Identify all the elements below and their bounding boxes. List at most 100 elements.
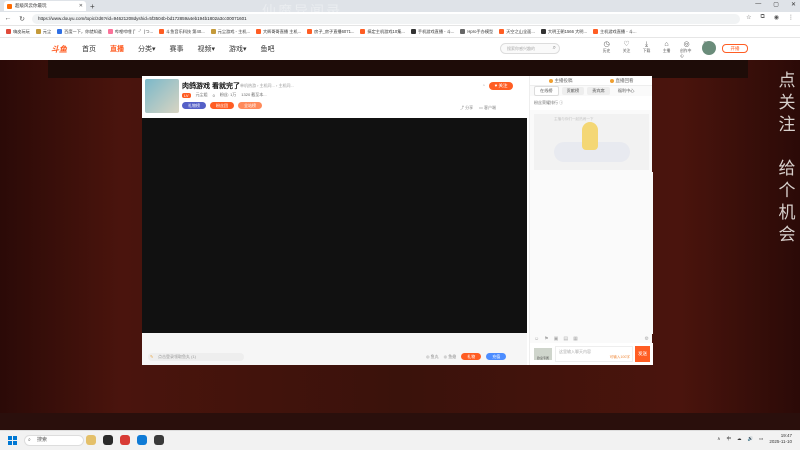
send-button[interactable]: 发送 [635,346,650,362]
room-badge[interactable]: 粉丝团 [210,102,234,109]
chat-input[interactable]: 这里输入聊天内容 可输入100字 [555,346,633,362]
chat-messages[interactable] [530,172,653,334]
recharge-button[interactable]: 充值 [486,353,507,360]
room-badge[interactable]: 礼物榜 [182,102,206,109]
bookmark-item[interactable]: 百度一下，你就知道 [57,29,102,35]
tray-icon[interactable]: ☁ [737,436,742,442]
nav-item[interactable]: 赛事 [170,44,184,54]
badge-icon[interactable]: ▣ [554,336,559,342]
tab-streamer-posts[interactable]: 主播投稿 [548,78,573,84]
streamer-name[interactable]: 元尘姐 [196,92,208,98]
tab-title: 超级风云你最玩 [15,3,47,8]
close-window-icon[interactable]: ✕ [791,1,796,8]
new-tab-icon[interactable]: + [90,2,95,11]
extensions-icon[interactable]: ⧉ [760,14,764,21]
side-char: 关 [778,93,796,113]
taskbar-app-icon[interactable] [120,435,130,445]
tray-icon[interactable]: 中 [726,436,731,442]
bookmark-item[interactable]: 元尘 [35,29,51,35]
bookmark-item[interactable]: 嗨皮玩玩 [6,29,30,35]
profile-icon[interactable]: ◉ [774,14,779,21]
site-search-input[interactable]: 搜索你感兴趣的 ⌕ [500,43,560,54]
star-icon[interactable]: ☆ [746,14,751,21]
bookmark-item[interactable]: 斗鱼音乐科技 第40... [159,29,205,35]
nav-item[interactable]: 分类▾ [138,44,156,54]
tab-contribution-rank[interactable]: 贡献榜 [561,87,585,95]
room-category[interactable]: 单机热游 › 主机同... › 主机同... [240,83,294,89]
streamer-avatar[interactable] [145,79,179,113]
tray-icon[interactable]: ▭ [759,436,763,442]
taskbar-app-icon[interactable] [86,435,96,445]
nav-item[interactable]: 鱼吧 [261,44,275,54]
bookmark-item[interactable]: 大明王朝1566 大明... [540,29,587,35]
url-field[interactable]: https://www.douyu.com/topic/zd6?rid=9462… [32,13,740,24]
search-icon[interactable]: ⌕ [553,44,556,53]
header-icon-button[interactable]: ◎ 创作中心 [680,41,693,59]
emoji-icon[interactable]: ☺ [534,336,539,342]
maximize-icon[interactable]: ▢ [773,1,779,8]
bookmark-item[interactable]: 元尘游戏 - 主机... [210,29,250,35]
tray-icon[interactable]: ∧ [717,436,720,442]
settings-icon[interactable]: ⚙ [645,336,649,342]
header-icon-button[interactable]: ♡ 关注 [620,41,633,59]
start-stream-button[interactable]: 开播 [722,44,748,53]
header-icon-button[interactable]: ⤓ 下载 [640,41,653,59]
bookmark-item[interactable]: 大辉哥哥直播 主机... [255,29,301,35]
video-player[interactable] [142,118,527,333]
bookmark-item[interactable]: 搞定主机游戏10集... [360,29,405,35]
clock[interactable]: 19:47 2025-11-10 [769,433,792,445]
bookmark-item[interactable]: 哔哩哔哩 (゜-゜)つ... [107,29,153,35]
bookmark-favicon-icon [460,29,466,34]
gift-button[interactable]: 礼物 [461,353,482,360]
gift-icon[interactable]: ⚑ [544,336,548,342]
taskbar-search[interactable]: ⌕ 搜索 [24,435,84,446]
rank-value: 1320 截至本... [241,92,267,97]
report-icon[interactable]: ◔ [482,83,485,89]
browser-tab[interactable]: 超级风云你最玩 ✕ [4,1,86,11]
follow-button[interactable]: ♥ 关注 [489,82,514,90]
bookmark-item[interactable]: 手机游戏直播 - 斗... [410,29,454,35]
bookmark-item[interactable]: 天空之山全面... [499,29,535,35]
tab-online-rank[interactable]: 在线榜 [534,86,559,96]
fish-ball-label: 鱼丸 [430,353,439,359]
bookmark-item[interactable]: 房子_房子直播6071... [307,29,354,35]
more-icon[interactable]: ▦ [573,336,578,342]
chat-input-limit: 可输入100字 [609,355,630,359]
menu-icon[interactable]: ⋮ [788,14,794,21]
windows-start-icon[interactable] [8,436,17,445]
nav-item[interactable]: 游戏▾ [229,44,247,54]
tray-icon[interactable]: 🔊 [747,436,753,442]
bookmark-item[interactable]: Hpro手办模型 [460,29,493,35]
header-icon-button[interactable]: ◷ 历史 [600,41,613,59]
tab-welfare-center[interactable]: 福利中心 [613,87,640,95]
noble-avatar[interactable]: 欧皇专属 [534,348,552,360]
chat-top-tabs: 主播投稿 直播回看 [530,76,652,86]
tab-favicon-icon [7,3,12,9]
taskbar-app-icon[interactable] [103,435,113,445]
site-logo[interactable]: 斗鱼 [44,42,74,56]
taskbar-search-label: 搜索 [37,437,48,443]
nav-item[interactable]: 直播 [110,44,124,54]
tab-replays[interactable]: 直播回看 [609,78,634,84]
fish-ball-button[interactable]: ◎ 鱼丸 [426,354,439,360]
user-avatar[interactable] [702,41,716,55]
bookmark-item[interactable]: 主机游戏直播 - 斗... [592,29,637,35]
fish-fin-button[interactable]: ◎ 鱼翅 [444,354,457,360]
taskbar-app-icon[interactable] [154,435,164,445]
minimize-icon[interactable]: — [755,1,761,8]
image-icon[interactable]: ▤ [563,336,568,342]
nav-item[interactable]: 首页 [82,44,96,54]
client-button[interactable]: ▭ 客户端 [479,105,496,111]
back-icon[interactable]: ← [4,15,12,22]
nav-item[interactable]: 视频▾ [198,44,216,54]
header-icon-label: 下载 [642,49,651,53]
reload-icon[interactable]: ↻ [18,15,26,23]
taskbar-app-icon[interactable] [137,435,147,445]
tab-close-icon[interactable]: ✕ [79,3,83,9]
header-icon-button[interactable]: ⌂ 主播 [660,41,673,59]
tab-vip-seats[interactable]: 贵宾席 [587,87,610,95]
room-badge[interactable]: 全站榜 [238,102,262,109]
share-button[interactable]: ⤴ 分享 [460,105,473,111]
fish-ball-input[interactable]: ✎ 点击登录领取鱼丸 (1) [148,353,244,361]
main-nav: 首页 直播 分类▾ 赛事 视频▾ 游戏▾ 鱼吧 [82,44,275,54]
